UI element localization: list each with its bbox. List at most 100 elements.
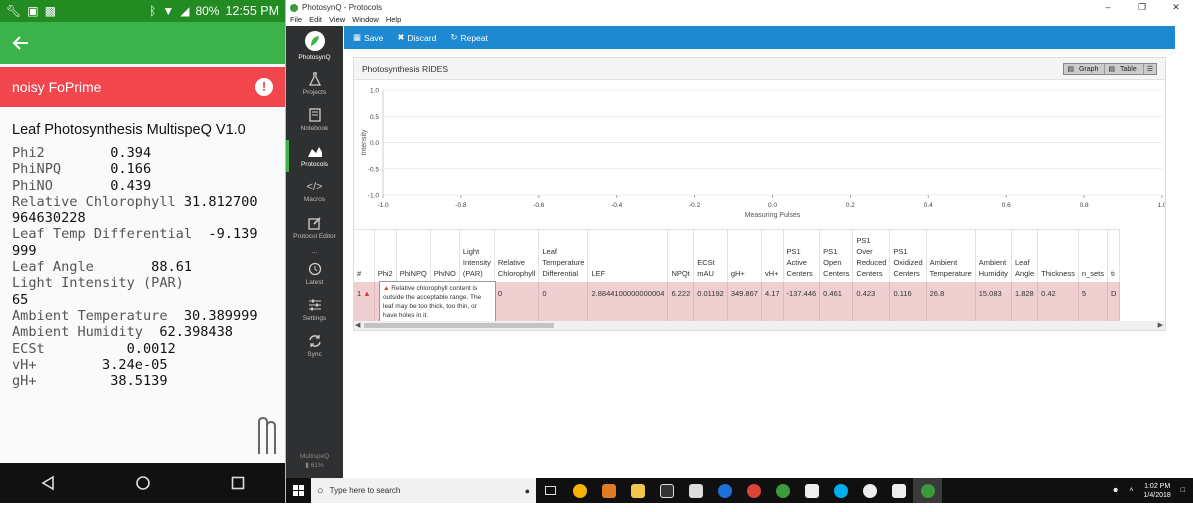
sidebar-item-protocol-editor[interactable]: Protocol Editor: [286, 210, 343, 246]
brand[interactable]: PhotosynQ: [286, 26, 343, 66]
nav-recents-icon[interactable]: [230, 475, 246, 491]
table-cell: 0: [494, 281, 540, 321]
app-sidebar: PhotosynQ Projects Notebook Protocols </…: [286, 26, 343, 478]
sidebar-item-notebook[interactable]: Notebook: [286, 102, 343, 138]
column-header[interactable]: PS1 Oxidized Centers: [889, 229, 927, 282]
result-value: 88.61: [151, 259, 193, 276]
phone-clock: 12:55 PM: [225, 4, 279, 18]
file-explorer-icon[interactable]: [623, 478, 652, 503]
column-header-text: Temperature: [542, 257, 585, 267]
menu-item-edit[interactable]: Edit: [309, 15, 322, 26]
column-header[interactable]: vH+: [761, 229, 784, 282]
tray-chevron-up-icon[interactable]: ˄: [1129, 487, 1133, 494]
flask-icon: [308, 72, 321, 86]
mail-icon[interactable]: [797, 478, 826, 503]
column-header-text: PS1: [893, 246, 908, 256]
scrollbar-thumb[interactable]: [364, 323, 554, 328]
minimize-icon[interactable]: –: [1091, 0, 1125, 15]
sidebar-item-settings[interactable]: Settings: [286, 292, 343, 328]
window-titlebar: PhotosynQ - Protocols – ❐ ✕: [286, 0, 1193, 15]
microphone-icon[interactable]: ●: [525, 486, 530, 496]
column-header-text: Oxidized: [893, 257, 923, 267]
column-header[interactable]: LEF: [587, 229, 669, 282]
sidebar-item-projects[interactable]: Projects: [286, 66, 343, 102]
folder-icon[interactable]: [681, 478, 710, 503]
noisy-fo-alert-banner[interactable]: noisy FoPrime !: [0, 67, 285, 107]
photosynq-taskbar-icon[interactable]: [768, 478, 797, 503]
protocol-title: Leaf Photosynthesis MultispeQ V1.0: [12, 122, 246, 138]
media-player-icon[interactable]: [594, 478, 623, 503]
column-header[interactable]: ECSt mAU: [693, 229, 728, 282]
discard-button[interactable]: ✖ Discard: [397, 32, 436, 43]
scroll-right-icon[interactable]: ▶: [1158, 321, 1163, 330]
menu-item-file[interactable]: File: [290, 15, 302, 26]
sidebar-item-more[interactable]: …: [286, 246, 343, 256]
table-view-button[interactable]: ▤ Table: [1104, 63, 1143, 74]
column-header[interactable]: Leaf Angle: [1011, 229, 1039, 282]
device-status[interactable]: MultispeQ ▮ 61%: [286, 452, 343, 470]
table-horizontal-scrollbar[interactable]: ◀ ▶: [354, 321, 1165, 330]
scroll-left-icon[interactable]: ◀: [355, 321, 360, 330]
column-header[interactable]: PS1 Active Centers: [783, 229, 821, 282]
column-header[interactable]: Relative Chlorophyll: [494, 229, 540, 282]
sidebar-item-macros[interactable]: </> Macros: [286, 174, 343, 210]
result-key: Leaf Temp Differential: [12, 226, 209, 243]
device-name: MultispeQ: [299, 453, 330, 460]
bluetooth-icon: ᛒ: [149, 4, 157, 18]
photos-icon[interactable]: [652, 478, 681, 503]
sidebar-item-protocols[interactable]: Protocols: [286, 138, 343, 174]
xbox-icon[interactable]: [855, 478, 884, 503]
column-header[interactable]: PS1 Over Reduced Centers: [852, 229, 891, 282]
times-icon: ✖: [397, 32, 405, 42]
sidebar-item-sync[interactable]: Sync: [286, 328, 343, 364]
column-header[interactable]: #: [354, 229, 375, 282]
nav-back-icon[interactable]: [40, 475, 56, 491]
column-header[interactable]: Leaf Temperature Differential: [538, 229, 589, 282]
column-header[interactable]: Ambient Temperature: [926, 229, 976, 282]
taskbar-search[interactable]: ○ Type here to search ●: [311, 478, 536, 503]
menu-item-help[interactable]: Help: [386, 15, 401, 26]
start-button[interactable]: [286, 478, 311, 503]
people-icon[interactable]: ☻: [1112, 487, 1119, 494]
graph-view-button[interactable]: ▤ Graph: [1064, 63, 1105, 74]
alert-circle-icon[interactable]: !: [255, 78, 273, 96]
task-view-icon[interactable]: [536, 478, 565, 503]
column-header[interactable]: PhiNPQ: [396, 229, 431, 282]
notifications-icon[interactable]: □: [1181, 487, 1185, 494]
nav-home-icon[interactable]: [135, 475, 151, 491]
column-header[interactable]: Light Intensity (PAR): [459, 229, 495, 282]
repeat-button[interactable]: ↻ Repeat: [450, 32, 488, 43]
bluetooth-app-icon[interactable]: [710, 478, 739, 503]
chrome-canary-icon[interactable]: [565, 478, 594, 503]
menu-item-window[interactable]: Window: [352, 15, 379, 26]
cell-signal-icon: ◢: [180, 4, 190, 18]
column-header[interactable]: gH+: [727, 229, 762, 282]
column-header-text: vH+: [764, 268, 779, 278]
chrome-icon[interactable]: [739, 478, 768, 503]
column-header-text: mAU: [697, 268, 714, 278]
column-header[interactable]: Phi2: [374, 229, 397, 282]
column-header[interactable]: PhiNO: [430, 229, 460, 282]
column-header[interactable]: n_sets: [1078, 229, 1109, 282]
skype-icon[interactable]: [826, 478, 855, 503]
windows-logo-icon: [293, 485, 304, 496]
photosynq-active-icon[interactable]: [913, 478, 942, 503]
save-button[interactable]: ▦ Save: [353, 32, 383, 43]
maximize-icon[interactable]: ❐: [1125, 0, 1159, 15]
media-app-icon[interactable]: [884, 478, 913, 503]
column-header[interactable]: Thickness: [1037, 229, 1079, 282]
row-warning-icon[interactable]: ▲: [361, 289, 370, 298]
column-header[interactable]: PS1 Open Centers: [819, 229, 854, 282]
menu-icon[interactable]: ☰: [1142, 63, 1156, 74]
back-arrow-icon[interactable]: [12, 34, 30, 52]
phone-status-bar: 🔧︎ ▣ ▩ ᛒ ▼ ◢ 80% 12:55 PM: [0, 0, 285, 22]
close-icon[interactable]: ✕: [1159, 0, 1193, 15]
taskbar-clock[interactable]: 1:02 PM 1/4/2018: [1144, 482, 1171, 500]
multispeq-logo-icon: [258, 416, 276, 454]
column-header[interactable]: NPQt: [667, 229, 695, 282]
table-cell: 0.01192: [693, 281, 728, 321]
sidebar-item-latest[interactable]: Latest: [286, 256, 343, 292]
column-header[interactable]: Ambient Humidity: [975, 229, 1012, 282]
menu-item-view[interactable]: View: [329, 15, 345, 26]
column-header[interactable]: ti: [1107, 229, 1121, 282]
